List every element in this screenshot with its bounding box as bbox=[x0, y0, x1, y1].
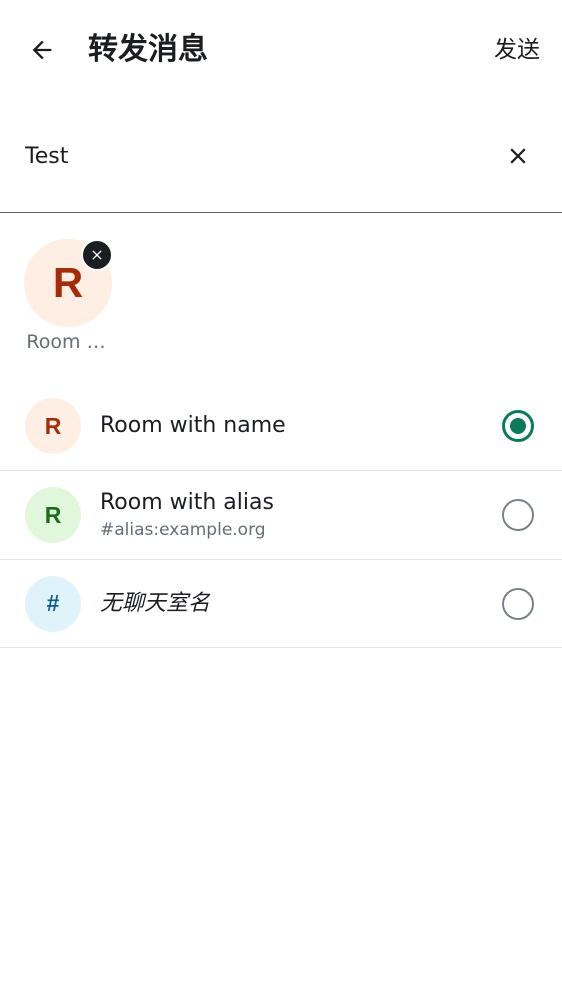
selected-room-chip: R Room … bbox=[24, 239, 116, 353]
avatar: R bbox=[25, 398, 81, 454]
search-bar bbox=[0, 112, 562, 213]
arrow-left-icon bbox=[32, 40, 52, 60]
clear-search-button[interactable] bbox=[500, 138, 536, 174]
room-name: Room with alias bbox=[100, 490, 274, 515]
selected-rooms: R Room … bbox=[0, 213, 562, 383]
close-icon bbox=[92, 250, 102, 260]
room-name: 无聊天室名 bbox=[100, 590, 211, 616]
close-icon bbox=[510, 148, 526, 164]
room-text: 无聊天室名 bbox=[100, 589, 482, 619]
avatar: R bbox=[25, 487, 81, 543]
top-app-bar: 转发消息 发送 bbox=[0, 0, 562, 100]
room-radio[interactable] bbox=[502, 587, 534, 620]
room-radio-selected[interactable] bbox=[502, 410, 534, 442]
room-text: Room with alias #alias:example.org bbox=[100, 488, 482, 542]
room-radio[interactable] bbox=[502, 499, 534, 531]
room-item-no-name[interactable]: # 无聊天室名 bbox=[0, 560, 562, 648]
room-item-room-with-name[interactable]: R Room with name bbox=[0, 382, 562, 471]
avatar: # bbox=[25, 575, 81, 632]
room-alias: #alias:example.org bbox=[100, 520, 266, 540]
selected-room-label: Room … bbox=[26, 331, 106, 353]
room-item-room-with-alias[interactable]: R Room with alias #alias:example.org bbox=[0, 471, 562, 560]
room-name: Room with name bbox=[100, 413, 286, 438]
room-text: Room with name bbox=[100, 411, 482, 441]
back-button[interactable] bbox=[22, 30, 62, 70]
remove-selected-room-button[interactable] bbox=[81, 239, 113, 271]
search-input[interactable] bbox=[25, 136, 465, 176]
room-list: R Room with name R Room with alias #alia… bbox=[0, 382, 562, 648]
radio-dot bbox=[510, 418, 526, 434]
page-title: 转发消息 bbox=[88, 32, 208, 67]
send-button[interactable]: 发送 bbox=[494, 30, 540, 70]
